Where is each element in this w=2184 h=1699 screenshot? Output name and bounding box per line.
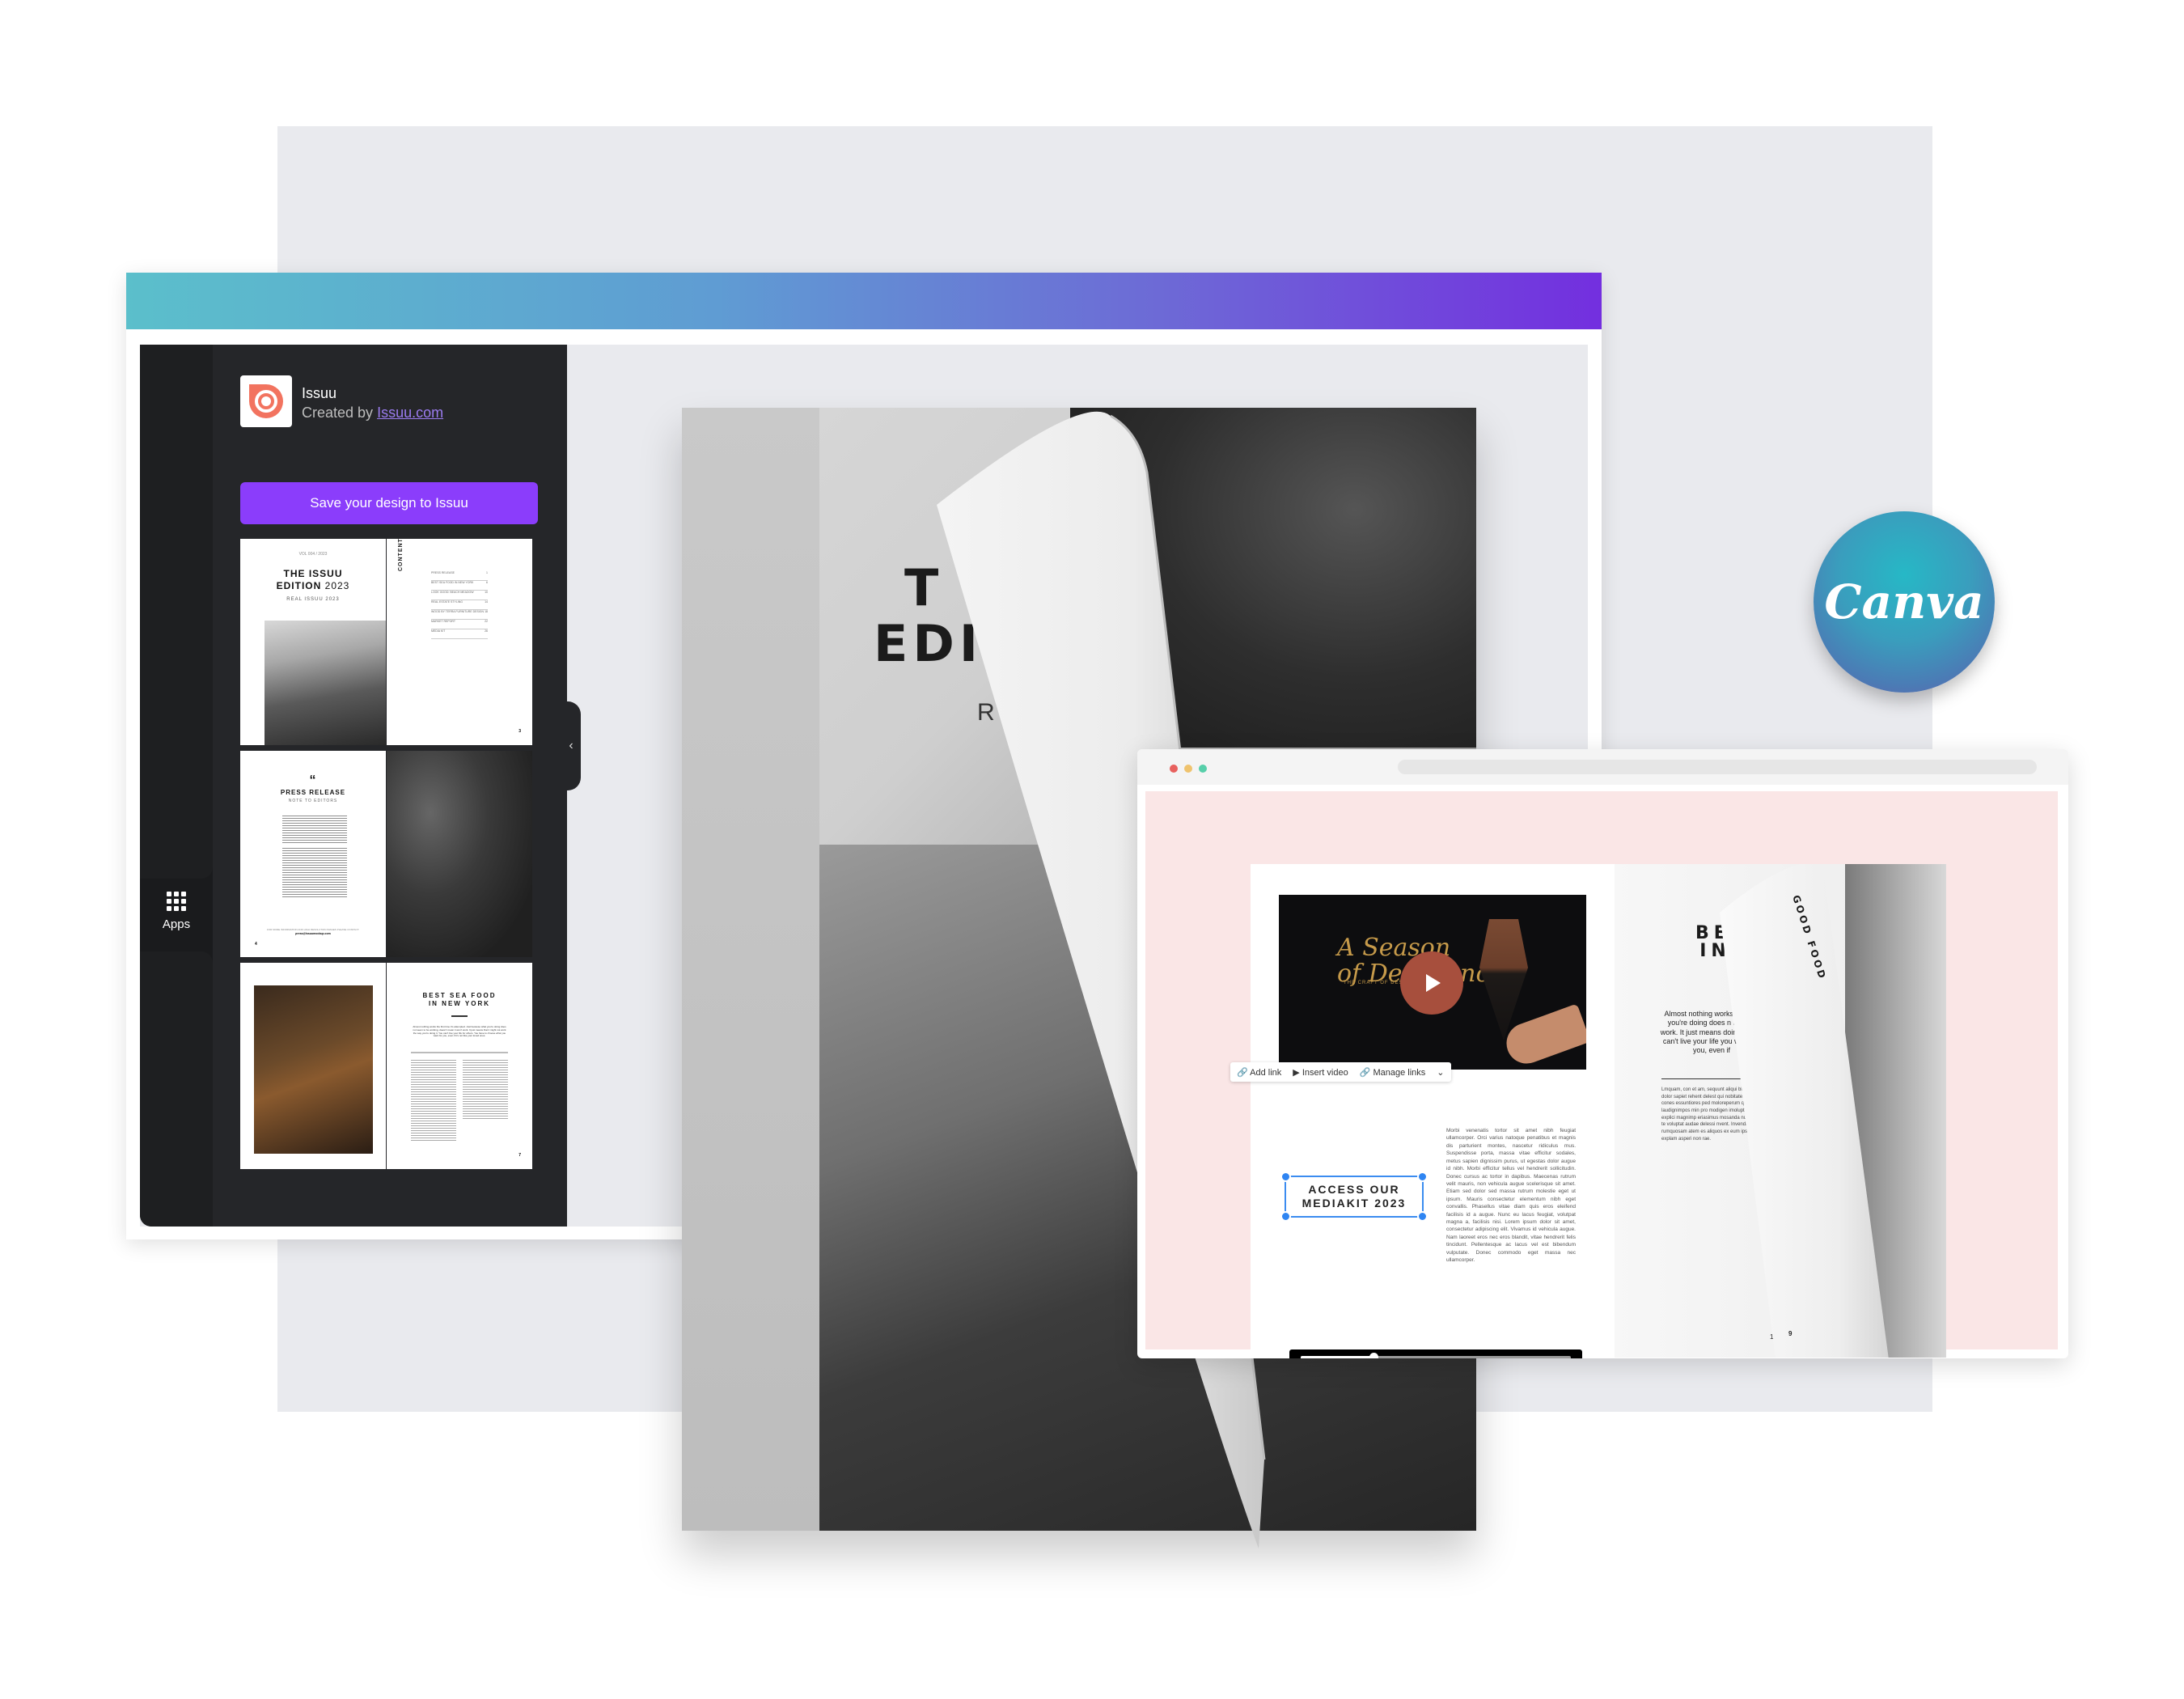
contents-heading: CONTENT <box>398 539 404 571</box>
article-column-1 <box>411 1060 456 1141</box>
page-number-left: 1 <box>1770 1333 1774 1341</box>
created-by-label: Created by <box>302 405 378 421</box>
press-title: PRESS RELEASE <box>280 789 346 796</box>
cover-wave-photo <box>265 621 386 745</box>
page-number: 3 <box>518 729 521 734</box>
press-paragraph-2 <box>282 848 347 898</box>
resize-handle[interactable] <box>1280 1172 1291 1182</box>
address-bar[interactable] <box>1398 760 2037 774</box>
cover-kicker: VOL 004 / 2023 <box>298 552 328 557</box>
left-page: A Season of Decadence THE CRAFT OF DESSE… <box>1230 864 1615 1358</box>
quote-icon: “ <box>309 773 317 787</box>
link-settings-icon: 🔗 <box>1359 1067 1371 1078</box>
app-author: Created by Issuu.com <box>302 405 443 422</box>
contents-item: LOOK GOOD: BEACH MEADOW 10 <box>431 591 488 600</box>
hand <box>1500 1003 1586 1070</box>
progress-track <box>1301 1353 1571 1358</box>
thumbnail-seafood-article[interactable]: BEST SEA FOOD IN NEW YORK Almost nothing… <box>387 963 532 1169</box>
video-progress-bar[interactable] <box>1289 1349 1582 1358</box>
app-name: Issuu <box>302 385 337 401</box>
rail-item-apps[interactable]: Apps <box>140 892 213 943</box>
page-curl: GOOD FOOD <box>1720 864 1946 1358</box>
editor-side-rail: Apps <box>140 345 213 1227</box>
issuu-logo <box>240 375 292 427</box>
browser-chrome <box>1137 749 2068 785</box>
progress-knob[interactable] <box>1369 1353 1379 1358</box>
thumbnail-press-release[interactable]: “ PRESS RELEASE NOTE TO EDITORS FOR MORE… <box>240 751 386 957</box>
canva-logo-badge: Canva <box>1814 511 1995 693</box>
page-number: 7 <box>518 1153 521 1158</box>
contents-item: WOOD BY TERRA FURNITURE DESIGN 18 <box>431 610 488 620</box>
contents-item: MARKET REPORT 22 <box>431 620 488 629</box>
contents-item: PRESS RELEASE 1 <box>431 571 488 581</box>
cover-title: THE ISSUU EDITION 2023 <box>276 568 350 591</box>
thumbnail-contents[interactable]: CONTENT PRESS RELEASE 1 BEST SEA FOOD IN … <box>387 539 532 745</box>
ice-cream-cone <box>1479 919 1528 1040</box>
chevron-left-icon: ‹ <box>569 739 574 752</box>
press-subtitle: NOTE TO EDITORS <box>288 799 338 803</box>
viewer-background: A Season of Decadence THE CRAFT OF DESSE… <box>1145 791 2058 1358</box>
progress-fill <box>1301 1356 1374 1358</box>
article-title: BEST SEA FOOD IN NEW YORK <box>422 992 497 1007</box>
magazine-spine <box>682 408 819 1531</box>
chevron-down-icon[interactable]: ⌄ <box>1437 1067 1444 1078</box>
page-number: 4 <box>255 942 257 947</box>
press-email: press@issuumockup.com <box>295 932 331 935</box>
play-icon <box>1426 974 1441 992</box>
insert-video-button[interactable]: ▶ Insert video <box>1293 1067 1348 1078</box>
embedded-video[interactable]: A Season of Decadence THE CRAFT OF DESSE… <box>1279 895 1586 1070</box>
browser-window: A Season of Decadence THE CRAFT OF DESSE… <box>1137 749 2068 1358</box>
contents-item: REAL ESTATE STYLING 14 <box>431 600 488 610</box>
apps-grid-icon <box>167 892 186 911</box>
contents-item: MEDIA KIT 26 <box>431 629 488 639</box>
article-lead: Almost nothing works the first time it's… <box>413 1026 506 1038</box>
body-text: Morbi venenatis tortor sit amet nibh feu… <box>1446 1128 1576 1264</box>
maximize-dot-icon[interactable] <box>1199 765 1207 773</box>
right-page: BE IN Almost nothing works th what you'r… <box>1615 864 1946 1358</box>
minimize-dot-icon[interactable] <box>1184 765 1192 773</box>
editor-header-bar <box>126 273 1602 329</box>
add-link-button[interactable]: 🔗 Add link <box>1237 1067 1281 1078</box>
resize-handle[interactable] <box>1417 1211 1428 1222</box>
resize-handle[interactable] <box>1280 1211 1291 1222</box>
press-paragraph-1 <box>282 816 347 843</box>
issuu-link[interactable]: Issuu.com <box>377 405 443 421</box>
mediakit-cta-box[interactable]: ACCESS OUR MEDIAKIT 2023 <box>1280 1172 1428 1222</box>
close-dot-icon[interactable] <box>1170 765 1178 773</box>
issuu-logo-icon <box>249 384 283 418</box>
title-divider <box>451 1015 468 1017</box>
manage-links-button[interactable]: 🔗 Manage links <box>1360 1067 1426 1078</box>
video-icon: ▶ <box>1293 1067 1300 1078</box>
link-toolbar: 🔗 Add link ▶ Insert video 🔗 Manage links… <box>1230 1062 1451 1082</box>
cover-subtitle: REAL ISSUU 2023 <box>286 597 340 602</box>
contents-list: PRESS RELEASE 1 BEST SEA FOOD IN NEW YORK… <box>431 571 488 639</box>
page-number-right: 9 <box>1788 1330 1792 1337</box>
rail-item-apps-label: Apps <box>162 917 191 931</box>
restaurant-photo <box>254 985 373 1154</box>
resize-handle[interactable] <box>1417 1172 1428 1182</box>
thumbnail-leaves-photo[interactable] <box>387 751 532 957</box>
collapse-panel-button[interactable]: ‹ <box>561 701 581 790</box>
press-footer: FOR MORE INFORMATION AND HIGH RESOLUTION… <box>266 928 360 931</box>
article-divider <box>411 1052 508 1053</box>
thumbnail-cover[interactable]: VOL 004 / 2023 THE ISSUU EDITION 2023 RE… <box>240 539 386 745</box>
thumbnail-restaurant-photo[interactable] <box>240 963 386 1169</box>
link-icon: 🔗 <box>1237 1067 1248 1078</box>
contents-item: BEST SEA FOOD IN NEW YORK 6 <box>431 581 488 591</box>
rail-section-bottom <box>140 951 213 1227</box>
rail-section-top <box>140 345 213 879</box>
play-button[interactable] <box>1400 951 1463 1015</box>
save-to-issuu-button[interactable]: Save your design to Issuu <box>240 482 538 524</box>
issuu-app-panel: Issuu Created by Issuu.com Save your des… <box>213 345 567 1227</box>
article-column-2 <box>463 1060 508 1121</box>
